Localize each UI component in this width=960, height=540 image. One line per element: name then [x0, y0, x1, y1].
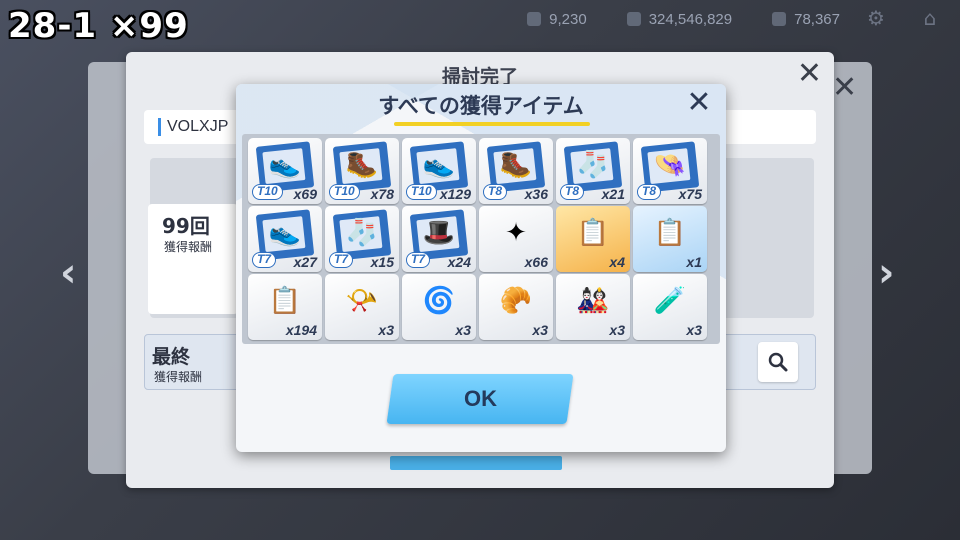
search-icon [768, 352, 788, 372]
item-quantity: x3 [609, 322, 625, 338]
item-slot[interactable]: 📋 x1 [633, 206, 707, 272]
item-quantity: x194 [285, 322, 317, 338]
item-slot[interactable]: ✦ x66 [479, 206, 553, 272]
item-quantity: x78 [370, 186, 394, 202]
item-slot[interactable]: 🥾 T8 x36 [479, 138, 553, 204]
sweep-ok-button[interactable] [390, 456, 562, 470]
tier-badge: T8 [637, 184, 662, 200]
item-slot[interactable]: 🧪 x3 [633, 274, 707, 340]
artifact-vial-icon: 🧪 [653, 286, 687, 316]
ok-button-label: OK [463, 386, 497, 411]
equipment-shoes-icon: 👟 [268, 218, 302, 248]
stage-label: 28-1 ×99 [8, 6, 189, 46]
sweep-final-label: 最終 [152, 346, 191, 368]
tier-badge: T8 [483, 184, 508, 200]
item-slot[interactable]: 🎩 T7 x24 [402, 206, 476, 272]
artifact-croissant-icon: 🥐 [499, 286, 533, 316]
sweep-count-label: 99回 [162, 214, 210, 238]
item-quantity: x69 [293, 186, 317, 202]
ap-resource: 9,230 [527, 11, 587, 28]
back-close-icon[interactable]: ✕ [832, 70, 857, 105]
equipment-socks-icon: 🧦 [345, 218, 379, 248]
report-white-icon: 📋 [268, 286, 302, 316]
home-icon[interactable]: ⌂ [918, 6, 942, 30]
tier-badge: T10 [252, 184, 283, 200]
artifact-doll-icon: 🎎 [576, 286, 610, 316]
sweep-count-sub: 獲得報酬 [164, 240, 213, 254]
item-slot[interactable]: 👟 T7 x27 [248, 206, 322, 272]
orb-icon: ✦ [505, 218, 527, 248]
title-underline [394, 122, 590, 126]
item-slot[interactable]: 🥐 x3 [479, 274, 553, 340]
item-quantity: x27 [293, 254, 317, 270]
equipment-hat-icon: 👒 [653, 150, 687, 180]
item-slot[interactable]: 👟 T10 x129 [402, 138, 476, 204]
tier-badge: T7 [252, 252, 277, 268]
ok-button[interactable]: OK [386, 374, 574, 424]
item-grid: 👟 T10 x69 🥾 T10 x78 👟 T10 x129 🥾 T8 x36 🧦 T8 x21 👒 T8 x75… [242, 134, 720, 344]
item-quantity: x66 [524, 254, 548, 270]
item-quantity: x3 [532, 322, 548, 338]
report-blue-icon: 📋 [653, 218, 687, 248]
item-quantity: x4 [609, 254, 625, 270]
gems-value: 78,367 [794, 10, 840, 28]
tier-badge: T8 [560, 184, 585, 200]
item-slot[interactable]: 🧦 T8 x21 [556, 138, 630, 204]
close-icon[interactable]: ✕ [684, 88, 714, 118]
item-quantity: x75 [678, 186, 702, 202]
item-slot[interactable]: 📯 x3 [325, 274, 399, 340]
item-slot[interactable]: 📋 x4 [556, 206, 630, 272]
search-button[interactable] [758, 342, 798, 382]
gems-resource: 78,367 [772, 11, 840, 28]
gear-icon[interactable]: ⚙ [864, 6, 888, 30]
sweep-final-sub: 獲得報酬 [154, 370, 203, 384]
acquired-items-modal: すべての獲得アイテム ✕ 👟 T10 x69 🥾 T10 x78 👟 T10 x129 🥾 T8 x3… [236, 84, 726, 452]
item-quantity: x3 [455, 322, 471, 338]
tier-badge: T7 [329, 252, 354, 268]
artifact-ring-icon: 🌀 [422, 286, 456, 316]
modal-title: すべての獲得アイテム [378, 94, 584, 118]
item-slot[interactable]: 📋 x194 [248, 274, 322, 340]
ap-value: 9,230 [549, 10, 587, 28]
item-slot[interactable]: 👟 T10 x69 [248, 138, 322, 204]
report-gold-icon: 📋 [576, 218, 610, 248]
chevron-right-icon[interactable]: › [878, 250, 894, 296]
equipment-shoes-icon: 👟 [422, 150, 456, 180]
equipment-boots-icon: 🥾 [345, 150, 379, 180]
item-quantity: x3 [686, 322, 702, 338]
gem-icon [772, 12, 787, 26]
item-quantity: x1 [686, 254, 702, 270]
item-slot[interactable]: 🥾 T10 x78 [325, 138, 399, 204]
item-quantity: x24 [447, 254, 471, 270]
item-slot[interactable]: 🌀 x3 [402, 274, 476, 340]
item-quantity: x36 [524, 186, 548, 202]
top-icons: ⚙ ⌂ [864, 6, 942, 30]
credits-icon [626, 12, 641, 26]
item-quantity: x3 [378, 322, 394, 338]
item-slot[interactable]: 🎎 x3 [556, 274, 630, 340]
item-quantity: x129 [439, 186, 471, 202]
item-slot[interactable]: 🧦 T7 x15 [325, 206, 399, 272]
credits-resource: 324,546,829 [626, 10, 733, 28]
item-quantity: x15 [370, 254, 394, 270]
item-quantity: x21 [601, 186, 625, 202]
chevron-left-icon[interactable]: ‹ [60, 250, 76, 296]
tier-badge: T7 [406, 252, 431, 268]
equipment-boots-icon: 🥾 [499, 150, 533, 180]
credits-value: 324,546,829 [648, 10, 733, 28]
tier-badge: T10 [329, 184, 360, 200]
ap-icon [527, 12, 542, 26]
equipment-hat-icon: 🎩 [422, 218, 456, 248]
item-slot[interactable]: 👒 T8 x75 [633, 138, 707, 204]
sweep-close-icon[interactable]: ✕ [797, 56, 822, 91]
equipment-shoes-icon: 👟 [268, 150, 302, 180]
equipment-socks-icon: 🧦 [576, 150, 610, 180]
tier-badge: T10 [406, 184, 437, 200]
artifact-horn-icon: 📯 [345, 286, 379, 316]
